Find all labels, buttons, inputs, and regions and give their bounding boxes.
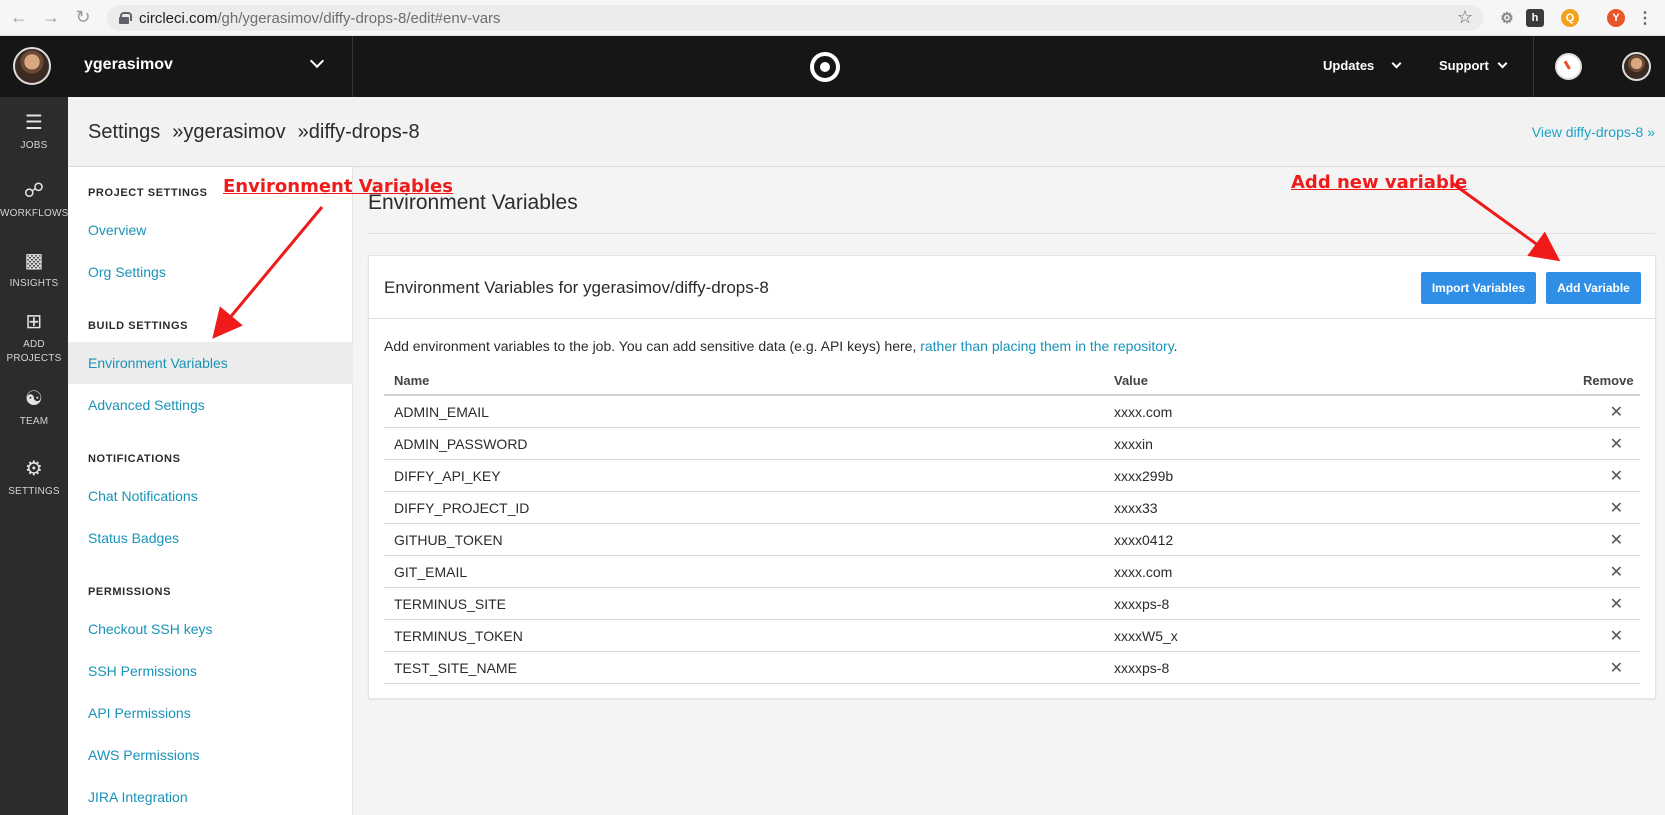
arrow-to-env-vars (212, 206, 324, 339)
arrow-to-add-variable (1451, 181, 1561, 262)
annotation-arrows (212, 181, 1561, 339)
